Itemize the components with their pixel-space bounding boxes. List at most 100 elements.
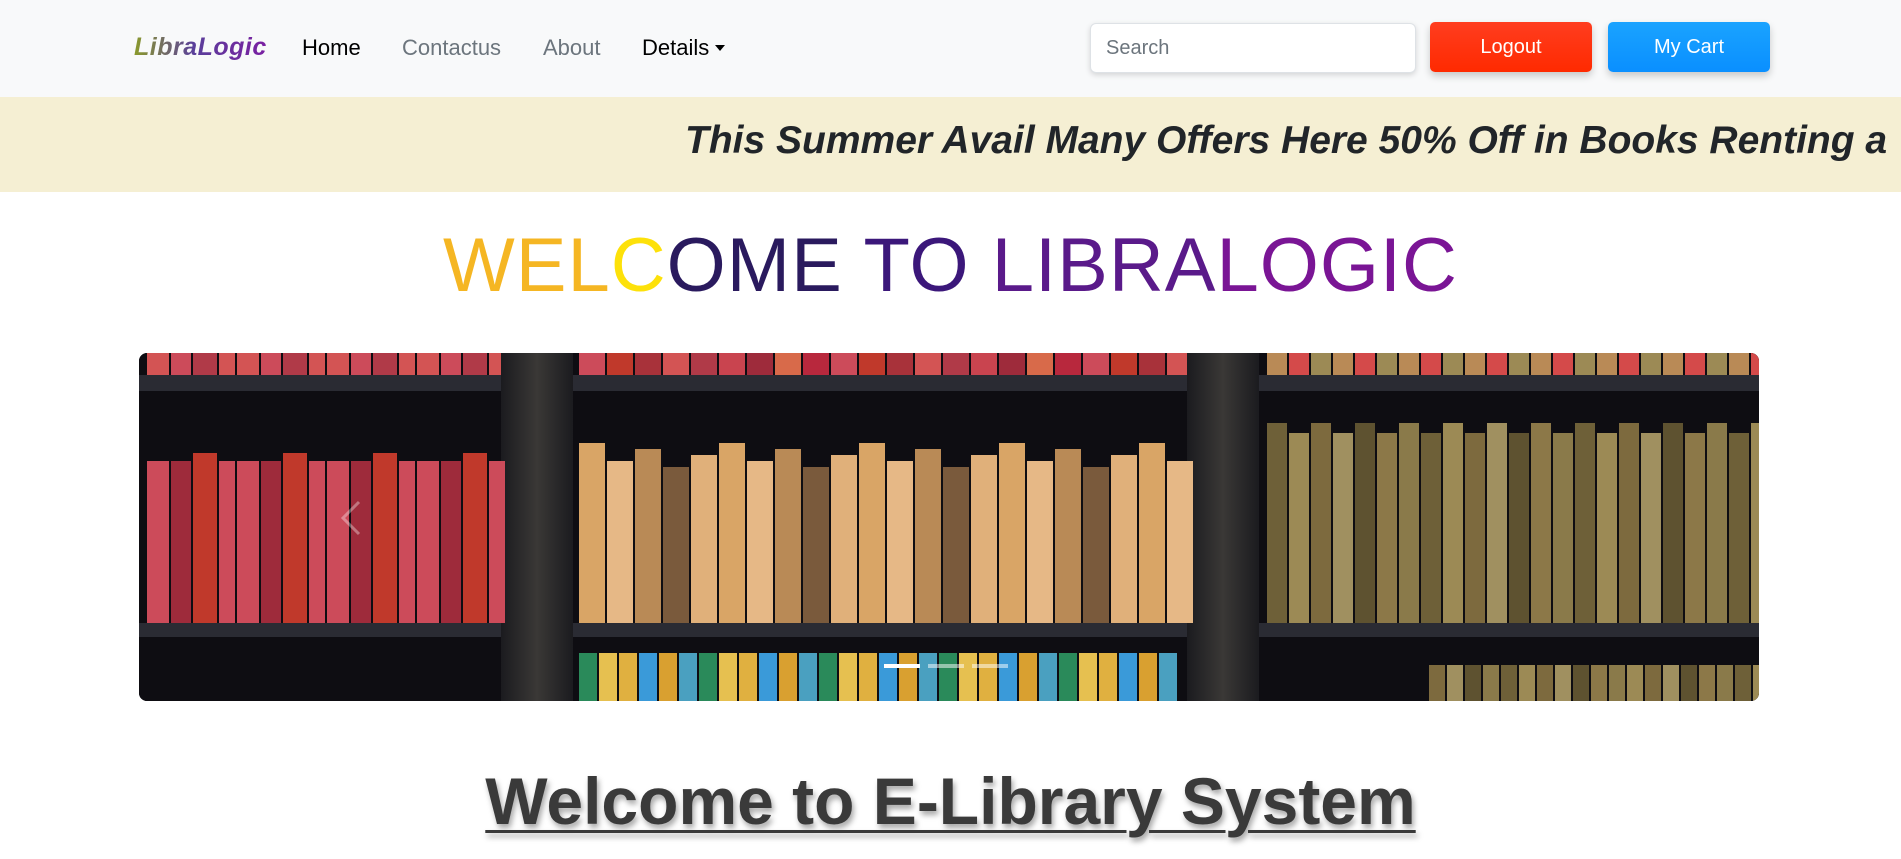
book-spine bbox=[1753, 665, 1759, 701]
book-spine bbox=[1729, 353, 1749, 375]
book-spine bbox=[859, 353, 885, 375]
book-spine bbox=[1333, 353, 1353, 375]
book-spine bbox=[1111, 455, 1137, 623]
book-spine bbox=[283, 453, 307, 623]
book-spine bbox=[1685, 353, 1705, 375]
book-spine bbox=[171, 353, 191, 375]
book-spine bbox=[831, 455, 857, 623]
book-spine bbox=[1501, 665, 1517, 701]
book-spine bbox=[659, 653, 677, 701]
book-spine bbox=[1509, 433, 1529, 623]
book-spine bbox=[327, 353, 349, 375]
book-spine bbox=[1333, 433, 1353, 623]
book-spine bbox=[635, 449, 661, 623]
book-spine bbox=[1729, 433, 1749, 623]
book-spine bbox=[775, 449, 801, 623]
book-spine bbox=[1111, 353, 1137, 375]
book-spine bbox=[1027, 353, 1053, 375]
book-spine bbox=[1465, 665, 1481, 701]
book-spine bbox=[747, 461, 773, 623]
book-spine bbox=[399, 461, 415, 623]
book-spine bbox=[579, 353, 605, 375]
book-spine bbox=[1537, 665, 1553, 701]
book-spine bbox=[1681, 665, 1697, 701]
book-spine bbox=[679, 653, 697, 701]
book-spine bbox=[915, 449, 941, 623]
book-spine bbox=[739, 653, 757, 701]
book-spine bbox=[747, 353, 773, 375]
carousel-prev-button[interactable] bbox=[339, 498, 399, 558]
book-spine bbox=[147, 353, 169, 375]
elibrary-heading: Welcome to E-Library System bbox=[485, 764, 1416, 838]
nav-details-label: Details bbox=[642, 35, 710, 60]
book-spine bbox=[1509, 353, 1529, 375]
book-spine bbox=[1139, 443, 1165, 623]
carousel-indicator[interactable] bbox=[972, 664, 1008, 668]
book-spine bbox=[1573, 665, 1589, 701]
book-spine bbox=[899, 653, 917, 701]
nav-details-dropdown[interactable]: Details bbox=[642, 35, 726, 61]
book-spine bbox=[579, 443, 605, 623]
book-spine bbox=[607, 461, 633, 623]
book-spine bbox=[1139, 353, 1165, 375]
nav-home[interactable]: Home bbox=[302, 35, 361, 61]
book-spine bbox=[1619, 353, 1639, 375]
book-spine bbox=[691, 455, 717, 623]
book-spine bbox=[1059, 653, 1077, 701]
welcome-part: OME bbox=[666, 223, 864, 308]
book-spine bbox=[1267, 353, 1287, 375]
book-spine bbox=[463, 353, 487, 375]
search-input[interactable] bbox=[1090, 23, 1416, 73]
book-spine bbox=[999, 353, 1025, 375]
book-spine bbox=[1645, 665, 1661, 701]
my-cart-button[interactable]: My Cart bbox=[1608, 22, 1770, 72]
book-spine bbox=[971, 353, 997, 375]
book-spine bbox=[417, 461, 439, 623]
book-spine bbox=[859, 653, 877, 701]
book-spine bbox=[1699, 665, 1715, 701]
carousel-indicator[interactable] bbox=[928, 664, 964, 668]
navbar: LibraLogic Home Contactus About Details … bbox=[0, 0, 1901, 97]
brand-logo[interactable]: LibraLogic bbox=[134, 33, 267, 62]
book-spine bbox=[1447, 665, 1463, 701]
book-spine bbox=[1443, 423, 1463, 623]
book-spine bbox=[219, 461, 235, 623]
book-spine bbox=[1707, 353, 1727, 375]
book-spine bbox=[1289, 433, 1309, 623]
book-spine bbox=[1663, 665, 1679, 701]
book-spine bbox=[719, 443, 745, 623]
carousel-next-button[interactable] bbox=[1639, 498, 1699, 558]
book-spine bbox=[1119, 653, 1137, 701]
book-spine bbox=[1399, 353, 1419, 375]
book-spine bbox=[887, 461, 913, 623]
book-spine bbox=[979, 653, 997, 701]
logout-button[interactable]: Logout bbox=[1430, 22, 1592, 72]
book-spine bbox=[803, 467, 829, 623]
book-spine bbox=[635, 353, 661, 375]
book-spine bbox=[1079, 653, 1097, 701]
book-spine bbox=[1609, 665, 1625, 701]
book-spine bbox=[283, 353, 307, 375]
welcome-part: C bbox=[610, 223, 667, 308]
book-spine bbox=[579, 653, 597, 701]
book-spine bbox=[1311, 353, 1331, 375]
caret-down-icon bbox=[715, 45, 726, 51]
book-spine bbox=[939, 653, 957, 701]
book-spine bbox=[599, 653, 617, 701]
book-spine bbox=[309, 353, 325, 375]
book-spine bbox=[237, 353, 259, 375]
book-spine bbox=[719, 353, 745, 375]
book-spine bbox=[999, 443, 1025, 623]
book-spine bbox=[803, 353, 829, 375]
book-spine bbox=[441, 461, 461, 623]
carousel-indicator[interactable] bbox=[884, 664, 920, 668]
nav-contactus[interactable]: Contactus bbox=[402, 35, 501, 61]
book-spine bbox=[879, 653, 897, 701]
book-spine bbox=[1707, 423, 1727, 623]
book-spine bbox=[1159, 653, 1177, 701]
nav-about[interactable]: About bbox=[543, 35, 601, 61]
book-spine bbox=[417, 353, 439, 375]
welcome-part: LOGIC bbox=[1216, 223, 1458, 308]
book-spine bbox=[399, 353, 415, 375]
book-spine bbox=[1663, 353, 1683, 375]
